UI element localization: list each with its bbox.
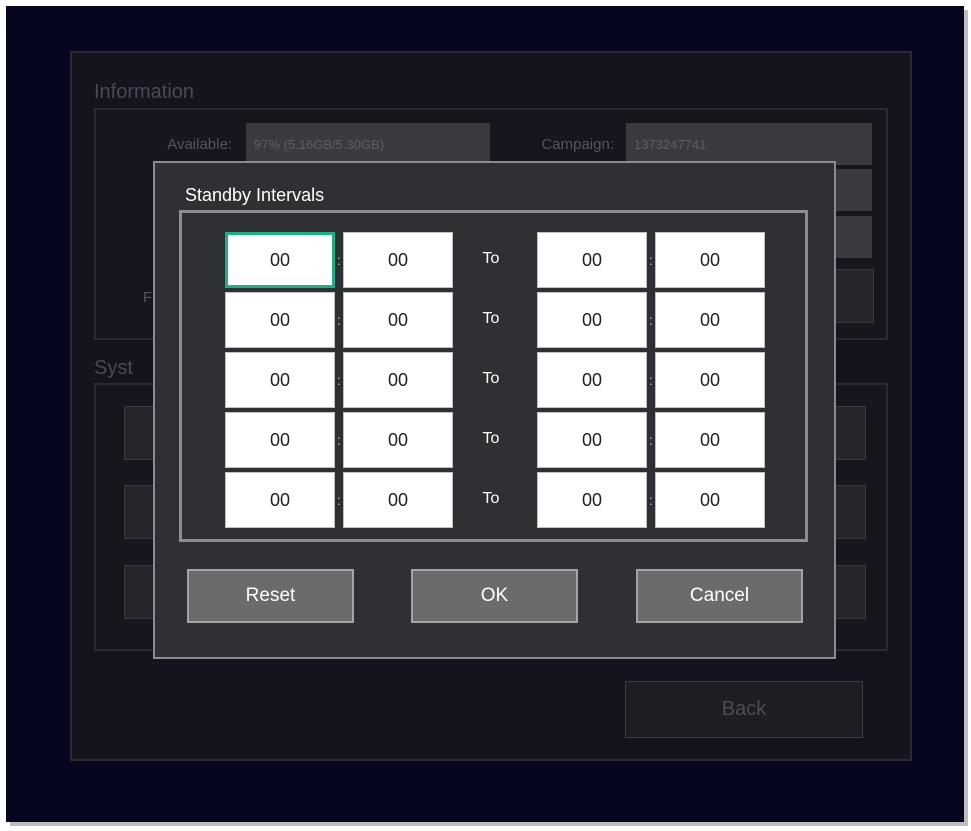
back-button[interactable]: Back <box>625 681 863 738</box>
time-separator: : <box>337 492 341 508</box>
time-field-end-hour[interactable]: 00 <box>537 292 647 348</box>
time-field-start-hour[interactable]: 00 <box>225 232 335 288</box>
time-field-end-hour[interactable]: 00 <box>537 232 647 288</box>
to-label: To <box>482 430 500 447</box>
time-field-start-hour[interactable]: 00 <box>225 292 335 348</box>
time-field-start-hour[interactable]: 00 <box>225 472 335 528</box>
campaign-value: 1373247741 <box>626 123 872 165</box>
available-label: Available: <box>167 136 232 153</box>
time-field-start-min[interactable]: 00 <box>343 412 453 468</box>
available-value: 97% (5.16GB/5.30GB) <box>246 123 490 165</box>
time-field-end-min[interactable]: 00 <box>655 472 765 528</box>
time-separator: : <box>649 492 653 508</box>
dialog-title: Standby Intervals <box>185 185 325 205</box>
time-field-start-hour[interactable]: 00 <box>225 412 335 468</box>
time-separator: : <box>649 252 653 268</box>
to-label: To <box>482 490 500 507</box>
time-field-end-hour[interactable]: 00 <box>537 352 647 408</box>
time-field-start-min[interactable]: 00 <box>343 292 453 348</box>
partial-label: F <box>142 289 152 306</box>
to-label: To <box>482 250 500 267</box>
to-label: To <box>482 370 500 387</box>
info-field-3 <box>832 216 872 258</box>
time-field-end-min[interactable]: 00 <box>655 232 765 288</box>
time-separator: : <box>649 312 653 328</box>
info-button[interactable] <box>832 269 874 323</box>
time-field-end-min[interactable]: 00 <box>655 412 765 468</box>
time-field-start-min[interactable]: 00 <box>343 352 453 408</box>
time-separator: : <box>337 252 341 268</box>
reset-button[interactable]: Reset <box>187 569 354 623</box>
campaign-label: Campaign: <box>541 136 614 153</box>
time-field-start-min[interactable]: 00 <box>343 472 453 528</box>
time-separator: : <box>649 432 653 448</box>
standby-intervals-dialog: Standby Intervals 00 00 00 00:: To 00 00 00 00::… <box>153 161 836 659</box>
time-separator: : <box>649 372 653 388</box>
time-separator: : <box>337 312 341 328</box>
time-field-end-min[interactable]: 00 <box>655 352 765 408</box>
to-label: To <box>482 310 500 327</box>
cancel-button[interactable]: Cancel <box>636 569 803 623</box>
info-field-2 <box>832 169 872 211</box>
time-separator: : <box>337 372 341 388</box>
time-field-end-hour[interactable]: 00 <box>537 472 647 528</box>
screen: Information Available: 97% (5.16GB/5.30G… <box>6 6 964 822</box>
time-field-end-min[interactable]: 00 <box>655 292 765 348</box>
time-separator: : <box>337 432 341 448</box>
time-field-end-hour[interactable]: 00 <box>537 412 647 468</box>
information-title: Information <box>94 81 195 103</box>
time-field-start-hour[interactable]: 00 <box>225 352 335 408</box>
system-title: Syst <box>94 357 133 379</box>
time-field-start-min[interactable]: 00 <box>343 232 453 288</box>
ok-button[interactable]: OK <box>411 569 578 623</box>
